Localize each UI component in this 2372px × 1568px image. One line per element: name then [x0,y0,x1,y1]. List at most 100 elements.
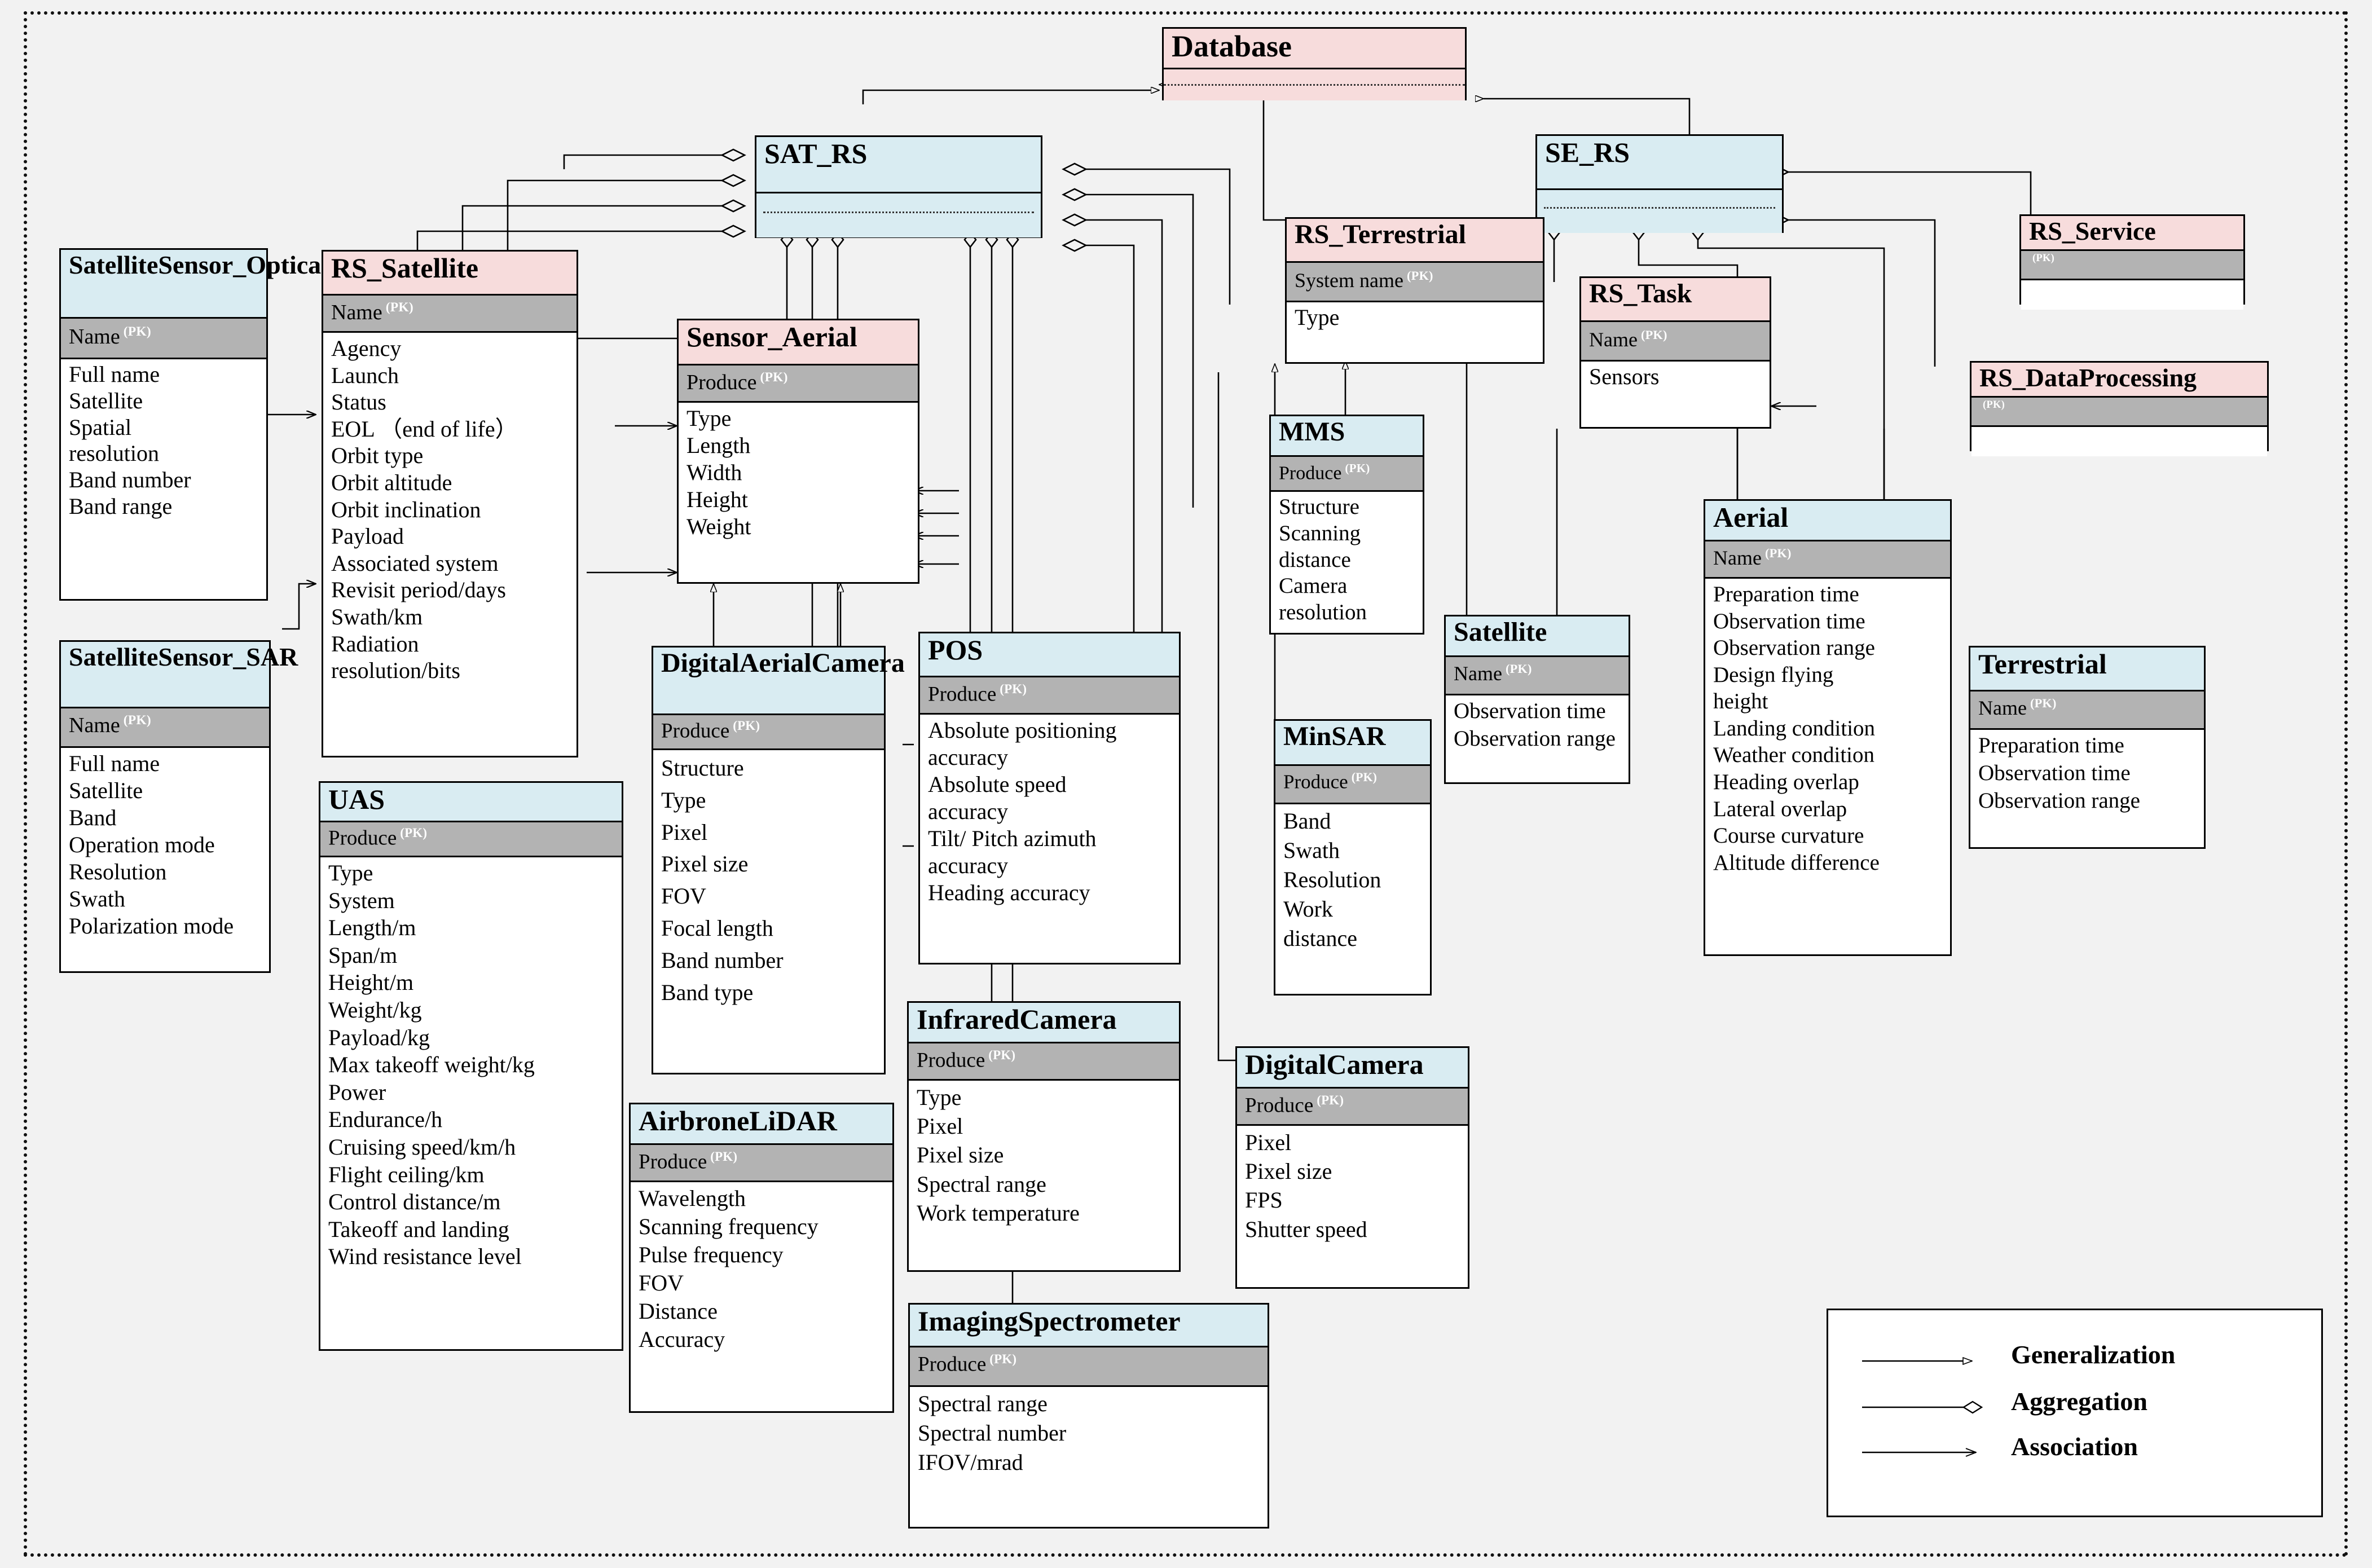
entity-attributes: Pixel Pixel size FPS Shutter speed [1237,1126,1468,1247]
attr: Power [328,1079,386,1105]
entity-pos[interactable]: POS Produce (PK) Absolute positioning acc… [918,632,1181,964]
attr: Absolute positioning [928,717,1117,743]
entity-header: Satellite [1446,616,1629,657]
attr: Full name [69,362,160,387]
entity-attributes [2021,280,2243,310]
entity-pk-row: Name (PK) [1446,657,1629,695]
pk-badge: (PK) [385,300,413,315]
entity-aerial[interactable]: Aerial Name (PK) Preparation time Observa… [1704,499,1952,956]
entity-header: RS_Task [1581,278,1770,322]
entity-header: RS_Service [2021,216,2243,251]
entity-pk-row: System name (PK) [1287,263,1543,302]
attr: Height [686,487,748,512]
attr: Spectral number [918,1420,1067,1446]
entity-digitalcamera[interactable]: DigitalCamera Produce (PK) Pixel Pixel si… [1235,1046,1469,1289]
entity-pk-row: Name (PK) [61,708,269,748]
entity-header: ImagingSpectrometer [910,1305,1268,1347]
entity-header: Sensor_Aerial [679,320,918,365]
attr: Altitude difference [1713,850,1880,875]
attr: EOL （end of life） [331,416,518,442]
attr: Accuracy [639,1327,725,1352]
attr: resolution [1279,600,1367,625]
entity-header: Terrestrial [1970,648,2204,691]
entity-mms[interactable]: MMS Produce (PK) Structure Scanning dista… [1269,415,1424,635]
entity-satellitesensor-sar[interactable]: SatelliteSensor_SAR Name (PK) Full name S… [59,640,298,973]
attr: Type [328,860,373,886]
entity-terrestrial[interactable]: Terrestrial Name (PK) Preparation time Ob… [1969,646,2206,849]
entity-attributes: Structure Scanning distance Camera resol… [1271,492,1423,629]
entity-digitalaerialcamera[interactable]: DigitalAerialCamera Produce (PK) Structur… [652,646,905,1074]
entity-pk-name: Produce [686,371,757,394]
attr: Agency [331,336,402,361]
entity-attributes: Spectral range Spectral number IFOV/mrad [910,1387,1268,1481]
pk-badge: (PK) [988,1048,1016,1062]
attr: Structure [1279,495,1359,519]
entity-rs-dataprocessing[interactable]: RS_DataProcessing (PK) [1970,361,2269,456]
attr: Weather condition [1713,743,1875,768]
entity-se-rs[interactable]: SE_RS [1535,134,1784,233]
entity-database[interactable]: Database [1162,27,1467,100]
entity-imagingspectrometer[interactable]: ImagingSpectrometer Produce (PK) Spectral… [908,1303,1269,1529]
entity-attributes: Agency Launch Status EOL （end of life） O… [323,333,577,688]
entity-airbronelidar[interactable]: AirbroneLiDAR Produce (PK) Wavelength Sca… [629,1103,894,1413]
attr: Type [686,406,732,431]
entity-pk-name: Produce [328,826,397,850]
pk-badge: (PK) [2032,252,2055,264]
entity-sensor-aerial[interactable]: Sensor_Aerial Produce (PK) Type Length Wi… [677,319,919,584]
attr: Scanning frequency [639,1214,818,1239]
attr: Orbit inclination [331,496,481,522]
pk-badge: (PK) [760,370,788,385]
entity-header: DigitalAerialCamera [653,648,905,715]
attr: FOV [639,1270,684,1296]
entity-attributes: Type [1287,302,1543,334]
entity-header: RS_Satellite [323,252,577,296]
entity-rs-task[interactable]: RS_Task Name (PK) Sensors [1579,276,1771,429]
entity-minsar[interactable]: MinSAR Produce (PK) Band Swath Resolution… [1274,719,1432,996]
attr: Preparation time [1978,733,2124,757]
attr: Band number [661,947,784,973]
attr: Length/m [328,915,416,941]
pk-badge: (PK) [1640,328,1667,342]
attr: Payload [331,523,404,549]
entity-sat-rs[interactable]: SAT_RS [755,135,1042,238]
attr: FPS [1245,1187,1283,1213]
attr: Wavelength [639,1186,746,1211]
entity-pk-row: Name (PK) [1970,691,2204,730]
attr: Band [69,805,117,830]
attr: Full name [69,751,160,776]
entity-pk-name: Produce [917,1049,985,1072]
entity-satellite[interactable]: Satellite Name (PK) Observation time Obse… [1444,615,1630,784]
entity-header: SatelliteSensor_Optical [61,250,328,319]
entity-uas[interactable]: UAS Produce (PK) Type System Length/m Spa… [319,781,623,1351]
entity-infraredcamera[interactable]: InfraredCamera Produce (PK) Type Pixel Pi… [907,1001,1181,1272]
entity-pk-row: Name (PK) [1581,322,1770,362]
entity-attributes: Absolute positioning accuracy Absolute s… [920,715,1179,910]
attr: Spectral range [918,1391,1048,1416]
entity-pk-name: Produce [1283,770,1348,793]
entity-pk-name: Produce [1245,1094,1314,1117]
entity-rs-service[interactable]: RS_Service (PK) [2019,214,2245,310]
entity-pk-row: Produce (PK) [1271,457,1423,492]
entity-rs-terrestrial[interactable]: RS_Terrestrial System name (PK) Type [1285,217,1544,364]
attr: Observation range [1978,788,2140,813]
attr: Wind resistance level [328,1244,522,1270]
pk-badge: (PK) [733,719,760,733]
entity-pk-row: Name (PK) [1705,541,1950,579]
attr: Endurance/h [328,1107,443,1133]
entity-pk-row: Produce (PK) [920,677,1179,715]
attr: height [1713,689,1768,714]
attr: Swath [1283,838,1340,863]
attr: Pixel [917,1113,963,1139]
attr: Spatial [69,414,132,440]
entity-pk-name: Name [69,713,120,737]
attr: Payload/kg [328,1024,430,1050]
attr: Scanning [1279,521,1361,545]
entity-satellitesensor-optical[interactable]: SatelliteSensor_Optical Name (PK) Full na… [59,248,328,601]
attr: resolution [69,441,159,466]
attr: Flight ceiling/km [328,1161,485,1187]
entity-rs-satellite[interactable]: RS_Satellite Name (PK) Agency Launch Stat… [322,250,578,757]
attr: Structure [661,755,744,781]
attr: Resolution [1283,867,1381,892]
entity-pk-row: Produce (PK) [320,822,622,857]
attr: accuracy [928,853,1009,878]
